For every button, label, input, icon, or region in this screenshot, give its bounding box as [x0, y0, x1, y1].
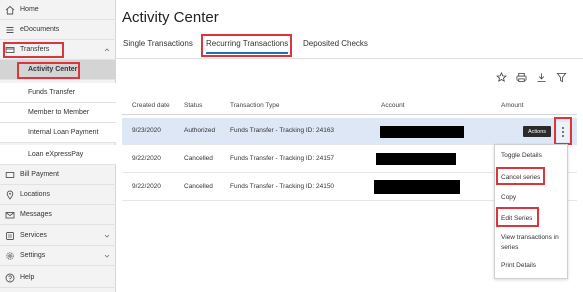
redacted-account: [374, 180, 460, 194]
redacted-account: [376, 153, 456, 165]
sidebar-item-label: Messages: [20, 211, 52, 218]
chevron-up-icon: [102, 47, 112, 53]
tabs-divider: [116, 58, 583, 59]
tab-deposited-checks[interactable]: Deposited Checks: [303, 39, 368, 48]
sidebar-subitem-label: Loan eXpressPay: [28, 151, 84, 158]
sidebar-item-label: Transfers: [20, 46, 50, 53]
sidebar-subitem-label: Internal Loan Payment: [28, 129, 99, 136]
sidebar-item-label: Locations: [20, 191, 50, 198]
table-row[interactable]: 9/23/2020 Authorized Funds Transfer - Tr…: [122, 118, 577, 145]
sidebar-item-label: eDocuments: [20, 26, 60, 33]
home-icon: [0, 5, 20, 15]
question-icon: [0, 273, 20, 283]
sidebar-subitem-label: Member to Member: [28, 109, 90, 116]
sidebar-item-edocuments[interactable]: eDocuments: [0, 20, 116, 40]
cell-status: Cancelled: [184, 183, 213, 190]
transfer-card-icon: [0, 45, 20, 55]
column-header-created-date[interactable]: Created date: [132, 102, 170, 109]
cell-status: Authorized: [184, 127, 216, 134]
sidebar-subitem-loan-expresspay[interactable]: Loan eXpressPay: [0, 145, 116, 165]
menu-item-edit-series[interactable]: Edit Series: [501, 214, 565, 224]
sidebar-item-label: Help: [20, 274, 35, 281]
cell-transaction-type: Funds Transfer - Tracking ID: 24150: [230, 183, 335, 190]
filter-icon[interactable]: [555, 71, 567, 83]
menu-item-print-details[interactable]: Print Details: [501, 261, 565, 271]
cell-status: Cancelled: [184, 155, 213, 162]
sidebar-item-transfers[interactable]: Transfers: [0, 40, 116, 60]
sidebar-item-label: Bill Payment: [20, 171, 59, 178]
actions-menu: Toggle Details Cancel series Copy Edit S…: [494, 144, 568, 279]
tab-single-transactions[interactable]: Single Transactions: [123, 39, 193, 48]
sidebar: Home eDocuments Transfers Activity Cente…: [0, 0, 116, 292]
menu-item-copy[interactable]: Copy: [501, 193, 565, 203]
sidebar-subitem-internal-loan-payment[interactable]: Internal Loan Payment: [0, 123, 116, 143]
actions-kebab-button[interactable]: [557, 122, 569, 142]
actions-tooltip: Actions: [523, 126, 551, 137]
column-header-account[interactable]: Account: [381, 102, 405, 109]
bill-icon: [0, 170, 20, 180]
table-header-divider: [122, 114, 577, 115]
tab-recurring-transactions[interactable]: Recurring Transactions: [206, 39, 289, 54]
sidebar-subitem-label: Activity Center: [28, 66, 78, 73]
gear-icon: [0, 251, 20, 261]
sidebar-item-services[interactable]: Services: [0, 226, 116, 246]
menu-item-toggle-details[interactable]: Toggle Details: [501, 151, 565, 161]
menu-item-view-transactions-in-series[interactable]: View transactions in series: [501, 233, 565, 253]
services-icon: [0, 231, 20, 241]
sidebar-subitem-member-to-member[interactable]: Member to Member: [0, 103, 116, 123]
sidebar-item-bill-payment[interactable]: Bill Payment: [0, 165, 116, 185]
print-icon[interactable]: [515, 71, 527, 83]
sidebar-item-label: Services: [20, 232, 47, 239]
menu-lines-icon: [0, 25, 20, 35]
menu-item-cancel-series[interactable]: Cancel series: [501, 173, 565, 183]
sidebar-subitem-funds-transfer[interactable]: Funds Transfer: [0, 83, 116, 103]
cell-date: 9/22/2020: [132, 183, 161, 190]
sidebar-item-label: Home: [20, 6, 39, 13]
location-pin-icon: [0, 190, 20, 200]
sidebar-item-label: Settings: [20, 252, 46, 259]
download-icon[interactable]: [535, 71, 547, 83]
sidebar-subitem-activity-center[interactable]: Activity Center: [0, 60, 116, 80]
sidebar-item-locations[interactable]: Locations: [0, 185, 116, 205]
envelope-icon: [0, 210, 20, 220]
sidebar-subitem-label: Funds Transfer: [28, 89, 76, 96]
sidebar-item-home[interactable]: Home: [0, 0, 116, 20]
redacted-account: [380, 126, 464, 138]
page-title: Activity Center: [122, 9, 219, 26]
column-header-status[interactable]: Status: [184, 102, 202, 109]
sidebar-item-help[interactable]: Help: [0, 268, 116, 288]
cell-transaction-type: Funds Transfer - Tracking ID: 24163: [230, 127, 335, 134]
sidebar-item-messages[interactable]: Messages: [0, 205, 116, 225]
sidebar-item-settings[interactable]: Settings: [0, 246, 116, 266]
star-icon[interactable]: [495, 71, 507, 83]
cell-transaction-type: Funds Transfer - Tracking ID: 24157: [230, 155, 335, 162]
chevron-down-icon: [102, 253, 112, 259]
vertical-dots-icon: [562, 127, 564, 137]
column-header-amount[interactable]: Amount: [501, 102, 523, 109]
cell-date: 9/22/2020: [132, 155, 161, 162]
cell-date: 9/23/2020: [132, 127, 161, 134]
chevron-down-icon: [102, 233, 112, 239]
column-header-transaction-type[interactable]: Transaction Type: [230, 102, 280, 109]
